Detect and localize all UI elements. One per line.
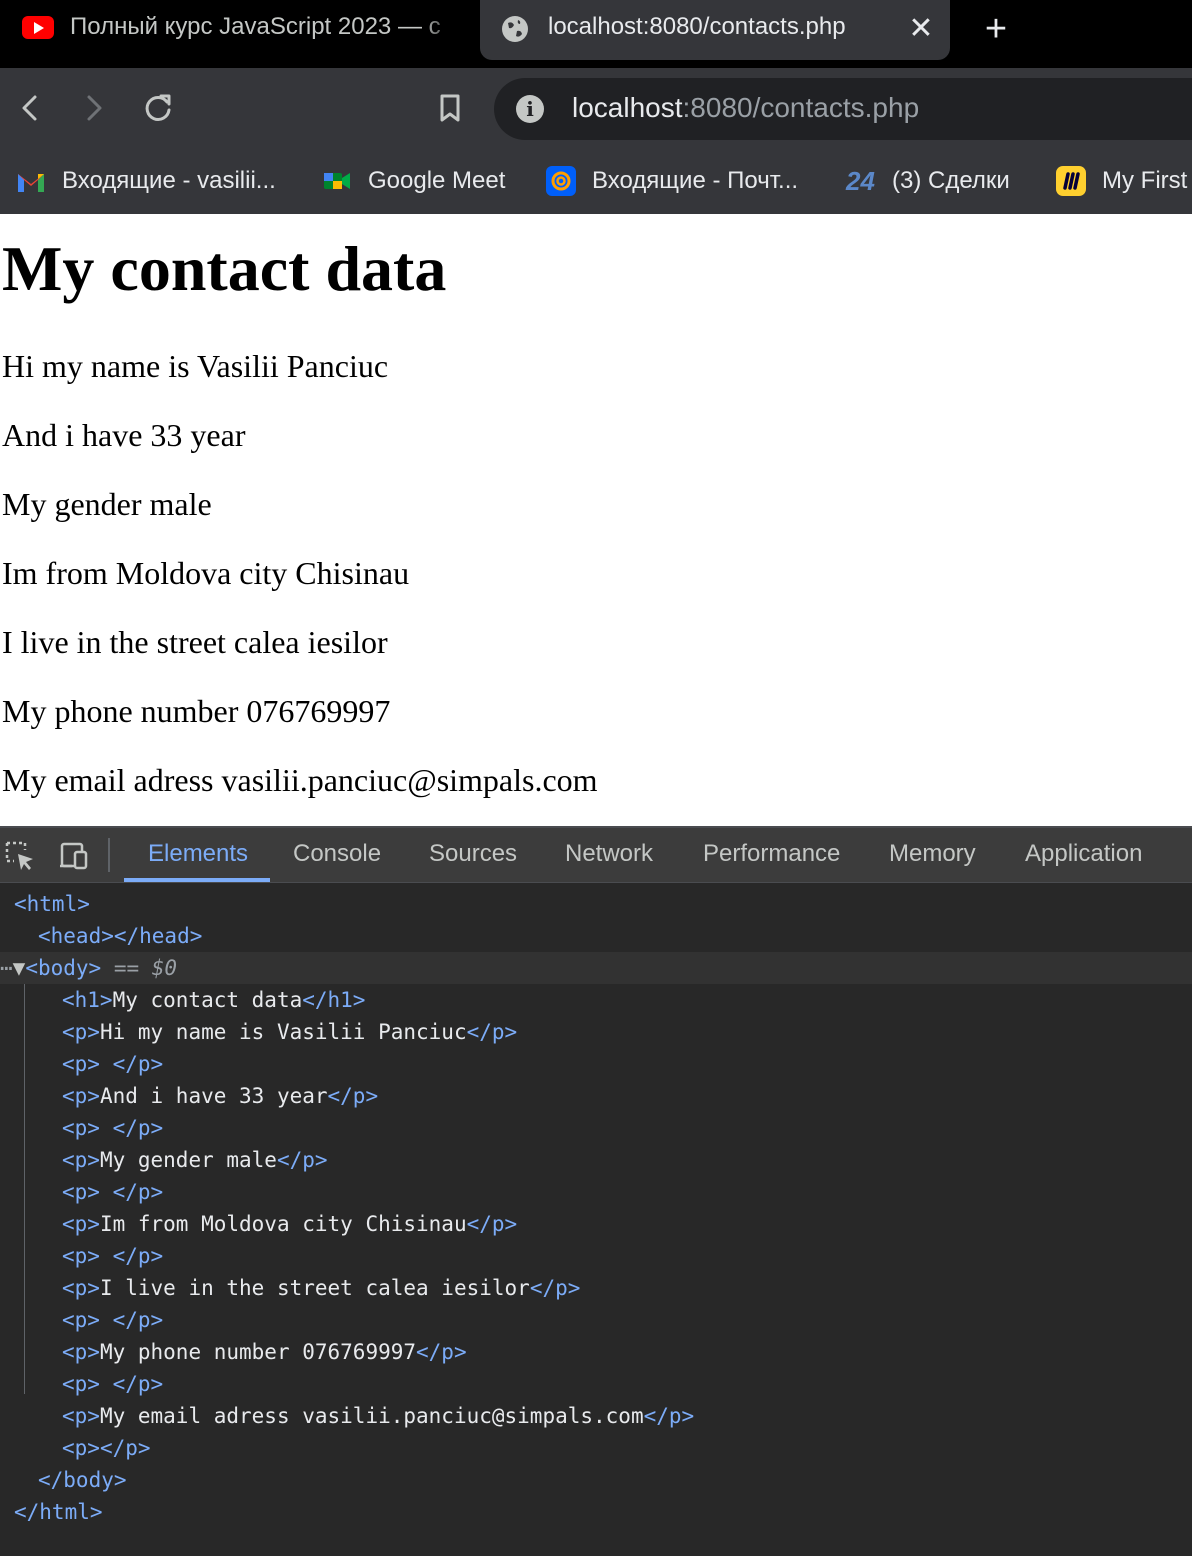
- google-meet-icon: [324, 173, 350, 189]
- dom-node-body-close[interactable]: </body>: [38, 1464, 127, 1496]
- youtube-icon: [22, 16, 54, 39]
- page-heading: My contact data: [2, 233, 447, 304]
- tab-youtube[interactable]: Полный курс JavaScript 2023 — с: [0, 0, 470, 58]
- dom-node-p[interactable]: <p>I live in the street calea iesilor</p…: [62, 1272, 580, 1304]
- dom-node-html[interactable]: <html>: [14, 888, 90, 920]
- dom-node-p[interactable]: <p>My phone number 076769997</p>: [62, 1336, 467, 1368]
- bookmark-label: Входящие - Почт...: [592, 167, 799, 194]
- email-paragraph: My email adress vasilii.panciuc@simpals.…: [2, 762, 598, 798]
- bookmark-google-meet[interactable]: Google Meet: [322, 164, 505, 198]
- tab-title: localhost:8080/contacts.php: [548, 13, 846, 40]
- street-paragraph: I live in the street calea iesilor: [2, 624, 388, 660]
- new-tab-button[interactable]: +: [976, 10, 1016, 50]
- dom-node-p-empty[interactable]: <p></p>: [62, 1432, 151, 1464]
- dom-node-head[interactable]: <head></head>: [38, 920, 202, 952]
- devtools-toolbar: Elements Console Sources Network Perform…: [0, 828, 1192, 883]
- dom-node-p[interactable]: <p>Hi my name is Vasilii Panciuc</p>: [62, 1016, 517, 1048]
- expand-triangle-icon[interactable]: ▼: [13, 956, 26, 980]
- dom-node-body[interactable]: ⋯▼<body> == $0: [0, 952, 177, 984]
- dom-node-p-empty[interactable]: <p> </p>: [62, 1112, 163, 1144]
- tab-elements[interactable]: Elements: [148, 840, 248, 868]
- bookmark-bitrix24[interactable]: 24 (3) Сделки: [846, 164, 1010, 198]
- phone-paragraph: My phone number 076769997: [2, 693, 391, 729]
- row-dots-icon: ⋯: [0, 956, 13, 980]
- bookmark-icon: [440, 94, 460, 122]
- bookmark-label: My First: [1102, 167, 1188, 194]
- device-toolbar-icon[interactable]: [58, 840, 90, 872]
- age-paragraph: And i have 33 year: [2, 417, 246, 453]
- bookmarks-bar: Входящие - vasilii... Google Meet Входящ…: [0, 148, 1192, 214]
- address-bar[interactable]: i localhost:8080/contacts.php: [494, 78, 1192, 140]
- bookmark-button[interactable]: [428, 86, 472, 130]
- bookmark-gmail[interactable]: Входящие - vasilii...: [16, 164, 276, 198]
- bookmark-miro[interactable]: My First: [1056, 164, 1187, 198]
- location-paragraph: Im from Moldova city Chisinau: [2, 555, 410, 591]
- tab-sources[interactable]: Sources: [429, 840, 517, 868]
- reload-button[interactable]: [136, 86, 180, 130]
- bookmark-mail-ru[interactable]: Входящие - Почт...: [546, 164, 798, 198]
- gender-paragraph: My gender male: [2, 486, 212, 522]
- web-page: My contact data Hi my name is Vasilii Pa…: [0, 214, 1192, 826]
- bookmark-label: Google Meet: [368, 167, 506, 194]
- tab-strip: Полный курс JavaScript 2023 — с localhos…: [0, 0, 1192, 68]
- dom-node-p-empty[interactable]: <p> </p>: [62, 1368, 163, 1400]
- info-icon[interactable]: i: [516, 95, 544, 123]
- dom-node-p-empty[interactable]: <p> </p>: [62, 1176, 163, 1208]
- url-text[interactable]: localhost:8080/contacts.php: [572, 92, 919, 124]
- back-button[interactable]: [8, 86, 52, 130]
- dom-node-h1[interactable]: <h1>My contact data</h1>: [62, 984, 365, 1016]
- arrow-right-icon: [87, 95, 102, 121]
- url-host: localhost: [572, 92, 683, 123]
- globe-icon: [502, 16, 528, 42]
- selected-marker: == $0: [113, 956, 178, 980]
- inspect-element-icon[interactable]: [4, 840, 36, 872]
- dom-node-p[interactable]: <p>Im from Moldova city Chisinau</p>: [62, 1208, 517, 1240]
- mail-ru-icon: [546, 166, 576, 196]
- bookmark-label: Входящие - vasilii...: [62, 167, 276, 194]
- dom-node-p-empty[interactable]: <p> </p>: [62, 1304, 163, 1336]
- tab-performance[interactable]: Performance: [703, 840, 840, 868]
- dom-node-p-empty[interactable]: <p> </p>: [62, 1240, 163, 1272]
- tab-title: Полный курс JavaScript 2023 — с: [70, 13, 441, 40]
- tab-network[interactable]: Network: [565, 840, 653, 868]
- tab-memory[interactable]: Memory: [889, 840, 976, 868]
- devtools-panel: Elements Console Sources Network Perform…: [0, 826, 1192, 1556]
- dom-node-p[interactable]: <p>And i have 33 year</p>: [62, 1080, 378, 1112]
- arrow-left-icon: [22, 95, 37, 121]
- dom-node-html-close[interactable]: </html>: [14, 1496, 103, 1528]
- reload-icon: [145, 94, 171, 121]
- tab-console[interactable]: Console: [293, 840, 381, 868]
- bitrix24-icon: 24: [846, 166, 875, 196]
- tab-application[interactable]: Application: [1025, 840, 1142, 868]
- browser-toolbar: i localhost:8080/contacts.php: [0, 68, 1192, 148]
- forward-button[interactable]: [72, 86, 116, 130]
- close-tab-icon[interactable]: ✕: [904, 12, 938, 46]
- dom-node-p[interactable]: <p>My gender male</p>: [62, 1144, 328, 1176]
- dom-node-p[interactable]: <p>My email adress vasilii.panciuc@simpa…: [62, 1400, 694, 1432]
- tab-contacts[interactable]: localhost:8080/contacts.php ✕: [480, 0, 950, 60]
- toolbar-divider: [108, 838, 110, 872]
- indent-guide: [24, 984, 25, 1394]
- url-path: :8080/contacts.php: [682, 92, 920, 123]
- active-tab-indicator: [124, 878, 270, 882]
- bookmark-label: (3) Сделки: [892, 167, 1010, 194]
- gmail-icon: [18, 174, 44, 192]
- dom-node-p-empty[interactable]: <p> </p>: [62, 1048, 163, 1080]
- dom-tree: <html> <head></head> ⋯▼<body> == $0 <h1>…: [0, 884, 1192, 1556]
- miro-icon: [1056, 166, 1086, 196]
- name-paragraph: Hi my name is Vasilii Panciuc: [2, 348, 389, 384]
- selected-row-highlight: [0, 952, 1192, 984]
